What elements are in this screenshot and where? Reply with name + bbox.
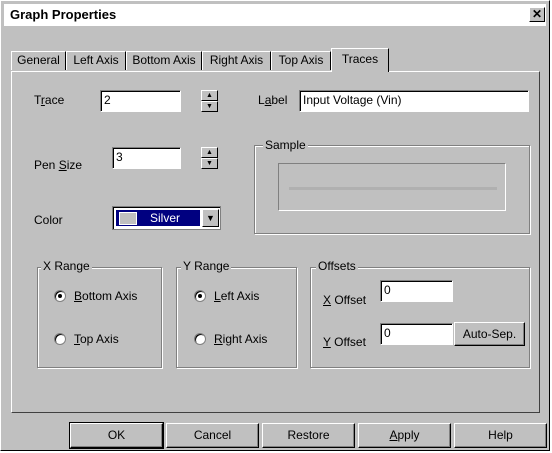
trace-label: Trace: [34, 93, 65, 107]
y-range-group: [176, 267, 297, 368]
cancel-button[interactable]: Cancel: [166, 423, 259, 448]
tab-label: Bottom Axis: [132, 53, 196, 67]
pen-size-label: Pen Size: [34, 158, 83, 172]
trace-input[interactable]: 2: [100, 90, 181, 112]
color-label: Color: [34, 213, 63, 227]
radio-label: Left Axis: [214, 289, 260, 303]
x-range-group: [37, 267, 162, 368]
ok-button[interactable]: OK: [69, 422, 164, 449]
trace-spinner[interactable]: ▲ ▼: [201, 90, 218, 112]
radio-button[interactable]: [54, 333, 66, 345]
radio-label: Top Axis: [74, 332, 119, 346]
x-offset-label: X Offset: [323, 293, 367, 307]
y-offset-input[interactable]: 0: [380, 323, 453, 345]
spin-down-icon[interactable]: ▼: [201, 158, 218, 169]
pen-size-spinner[interactable]: ▲ ▼: [201, 147, 218, 169]
radio-label: Bottom Axis: [74, 289, 138, 303]
close-button[interactable]: ✕: [529, 7, 545, 22]
tab-general[interactable]: General: [11, 51, 66, 70]
tab-label: Top Axis: [278, 53, 324, 67]
help-button[interactable]: Help: [454, 423, 547, 448]
label-input[interactable]: Input Voltage (Vin): [299, 90, 529, 112]
x-offset-input[interactable]: 0: [380, 280, 453, 302]
radio-button[interactable]: [194, 333, 206, 345]
tab-right-axis[interactable]: Right Axis: [202, 51, 271, 70]
x-range-legend: X Range: [41, 259, 92, 273]
y-range-legend: Y Range: [181, 259, 232, 273]
tab-top-axis[interactable]: Top Axis: [271, 51, 331, 70]
auto-sep-button[interactable]: Auto-Sep.: [454, 322, 525, 346]
label-label: Label: [258, 93, 288, 107]
tab-left-axis[interactable]: Left Axis: [66, 51, 126, 70]
sample-legend: Sample: [263, 138, 308, 152]
dropdown-arrow-icon[interactable]: ▼: [202, 209, 219, 227]
dialog-window: Graph Properties ✕ General Left Axis Bot…: [0, 0, 550, 451]
title-bar[interactable]: Graph Properties ✕: [4, 4, 546, 26]
y-offset-label: Y Offset: [323, 335, 366, 349]
tab-bottom-axis[interactable]: Bottom Axis: [126, 51, 202, 70]
tab-label: Left Axis: [73, 53, 119, 67]
pen-size-input[interactable]: 3: [112, 147, 181, 169]
spin-up-icon[interactable]: ▲: [201, 90, 218, 101]
color-selection-highlight: Silver: [116, 210, 200, 226]
color-swatch: [119, 212, 137, 225]
close-icon: ✕: [531, 7, 543, 21]
tab-label: Traces: [341, 52, 379, 66]
tab-label: Right Axis: [209, 53, 264, 67]
radio-button[interactable]: [54, 290, 66, 302]
radio-label: Right Axis: [214, 332, 268, 346]
apply-button[interactable]: Apply: [358, 423, 451, 448]
offsets-legend: Offsets: [316, 259, 358, 273]
tab-label: General: [17, 53, 60, 67]
radio-button[interactable]: [194, 290, 206, 302]
spin-down-icon[interactable]: ▼: [201, 101, 218, 112]
restore-button[interactable]: Restore: [262, 423, 355, 448]
sample-trace-line: [289, 187, 497, 190]
window-title: Graph Properties: [10, 7, 117, 22]
tab-traces[interactable]: Traces: [331, 48, 389, 72]
sample-preview: [278, 163, 506, 211]
color-value: Silver: [150, 211, 181, 225]
color-select[interactable]: Silver ▼: [112, 206, 221, 230]
spin-up-icon[interactable]: ▲: [201, 147, 218, 158]
